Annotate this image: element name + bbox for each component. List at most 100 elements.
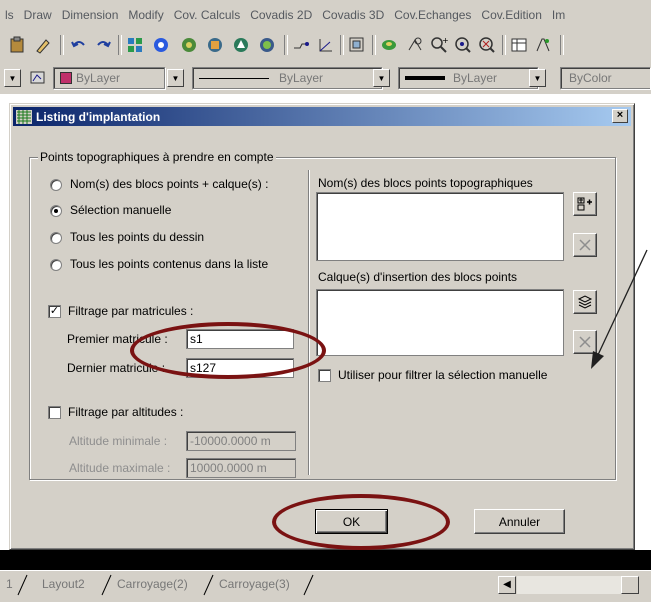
altitude-minimale-input[interactable]: -10000.0000 m xyxy=(186,431,296,451)
menu-item-covadis-3d[interactable]: Covadis 3D xyxy=(317,8,389,22)
linetype-combo-value: ByLayer xyxy=(279,71,324,85)
calques-list-label: Calque(s) d'insertion des blocs points xyxy=(318,270,518,284)
select-blocks-button[interactable] xyxy=(573,192,597,216)
menu-item-cov-echanges[interactable]: Cov.Echanges xyxy=(389,8,476,22)
design-tool-icon[interactable] xyxy=(532,34,554,56)
lineweight-combo[interactable]: ByLayer xyxy=(398,67,538,89)
drawing-area-strip xyxy=(0,550,651,570)
layer-combo-value: ByLayer xyxy=(76,71,121,85)
properties-toolbar: ▼ ByLayer ▼ ByLayer ▼ ByLayer ▼ ByColor xyxy=(0,62,651,94)
filtrage-altitudes-label: Filtrage par altitudes : xyxy=(68,405,184,419)
linetype-line xyxy=(199,77,269,79)
redo-icon[interactable] xyxy=(92,34,114,56)
standard-toolbar: + xyxy=(0,30,651,63)
color-combo[interactable]: ByColor xyxy=(560,67,650,89)
arrow-left-icon: ◀ xyxy=(503,579,511,590)
toolbar-separator xyxy=(118,35,122,55)
radio-blocs-calques[interactable] xyxy=(50,179,62,191)
scroll-right-button[interactable] xyxy=(621,576,639,594)
properties-icon[interactable] xyxy=(150,34,172,56)
toolbar-separator xyxy=(60,35,64,55)
menu-item-dimension[interactable]: Dimension xyxy=(57,8,124,22)
chevron-down-icon[interactable]: ▼ xyxy=(167,69,184,87)
angle-icon[interactable] xyxy=(314,34,336,56)
calques-listbox[interactable] xyxy=(316,289,564,356)
vertical-divider xyxy=(308,170,310,475)
radio-tous-points-liste[interactable] xyxy=(50,259,62,271)
blocs-listbox[interactable] xyxy=(316,192,564,261)
linetype-combo[interactable]: ByLayer xyxy=(192,67,382,89)
chevron-down-icon[interactable]: ▼ xyxy=(529,69,546,87)
covadis-tool-1-icon[interactable] xyxy=(178,34,200,56)
annuler-button-label: Annuler xyxy=(498,514,541,529)
close-button[interactable]: × xyxy=(612,109,628,123)
menu-item-covadis-2d[interactable]: Covadis 2D xyxy=(245,8,317,22)
match-properties-icon[interactable] xyxy=(32,34,54,56)
group-title: Points topographiques à prendre en compt… xyxy=(38,150,276,164)
covadis-tool-3-icon[interactable] xyxy=(230,34,252,56)
paste-icon[interactable] xyxy=(6,34,28,56)
scroll-left-button[interactable]: ◀ xyxy=(498,576,516,594)
layer-combo[interactable]: ByLayer xyxy=(53,67,165,89)
zoom-window-icon[interactable] xyxy=(346,34,368,56)
filtrage-matricules-checkbox[interactable]: ✓ xyxy=(48,305,61,318)
radio-tous-points-dessin[interactable] xyxy=(50,232,62,244)
highlight-ellipse-matricules xyxy=(130,322,326,379)
covadis-tool-4-icon[interactable] xyxy=(256,34,278,56)
menu-item-cov-calculs[interactable]: Cov. Calculs xyxy=(169,8,245,22)
lineweight-line xyxy=(405,76,445,80)
tab-divider xyxy=(17,574,28,596)
horizontal-scrollbar-track[interactable] xyxy=(517,576,621,594)
table-icon[interactable] xyxy=(508,34,530,56)
tab-layout2[interactable]: Layout2 xyxy=(42,577,85,591)
lineweight-combo-value: ByLayer xyxy=(453,71,498,85)
menu-item-draw[interactable]: Draw xyxy=(19,8,57,22)
annuler-button[interactable]: Annuler xyxy=(474,509,565,534)
altitude-maximale-label: Altitude maximale : xyxy=(69,461,171,475)
dialog-title-bar[interactable]: Listing d'implantation × xyxy=(13,107,631,126)
tab-divider xyxy=(303,574,314,596)
utiliser-filtre-checkbox[interactable] xyxy=(318,369,331,382)
filtrage-matricules-label: Filtrage par matricules : xyxy=(68,304,194,318)
chevron-down-icon[interactable]: ▼ xyxy=(4,69,21,87)
design-center-icon[interactable] xyxy=(124,34,146,56)
menu-item-modify[interactable]: Modify xyxy=(123,8,168,22)
radio-selection-manuelle-label: Sélection manuelle xyxy=(70,203,172,217)
toolbar-separator xyxy=(502,35,506,55)
utiliser-filtre-label: Utiliser pour filtrer la sélection manue… xyxy=(338,368,548,382)
tab-carroyage-2[interactable]: Carroyage(2) xyxy=(117,577,188,591)
altitude-maximale-input[interactable]: 10000.0000 m xyxy=(186,458,296,478)
covadis-tool-2-icon[interactable] xyxy=(204,34,226,56)
zoom-previous-icon[interactable] xyxy=(452,34,474,56)
tab-layout-1[interactable]: 1 xyxy=(6,577,13,591)
zoom-realtime-icon[interactable] xyxy=(404,34,426,56)
svg-text:+: + xyxy=(442,36,448,45)
radio-selection-manuelle[interactable] xyxy=(50,205,62,217)
menu-item-im[interactable]: Im xyxy=(547,8,570,22)
radio-tous-points-dessin-label: Tous les points du dessin xyxy=(70,230,205,244)
select-blocks-icon xyxy=(577,197,592,211)
polyline-icon[interactable] xyxy=(290,34,312,56)
color-combo-value: ByColor xyxy=(569,71,612,85)
zoom-in-icon[interactable]: + xyxy=(428,34,450,56)
menu-bar: ls Draw Dimension Modify Cov. Calculs Co… xyxy=(0,0,651,31)
blocs-list-label: Nom(s) des blocs points topographiques xyxy=(318,176,533,190)
layer-state-icon[interactable] xyxy=(27,67,49,89)
tab-divider xyxy=(203,574,214,596)
undo-icon[interactable] xyxy=(68,34,90,56)
tab-carroyage-3[interactable]: Carroyage(3) xyxy=(219,577,290,591)
tab-divider xyxy=(101,574,112,596)
filtrage-altitudes-checkbox[interactable] xyxy=(48,406,61,419)
menu-item-tools[interactable]: ls xyxy=(0,8,19,22)
radio-tous-points-liste-label: Tous les points contenus dans la liste xyxy=(70,257,269,271)
zoom-extents-icon[interactable] xyxy=(476,34,498,56)
layout-tab-bar: 1 Layout2 Carroyage(2) Carroyage(3) ◀ xyxy=(0,570,651,602)
chevron-down-icon[interactable]: ▼ xyxy=(373,69,390,87)
highlight-ellipse-ok xyxy=(272,494,450,550)
altitude-minimale-label: Altitude minimale : xyxy=(69,434,168,448)
toolbar-separator xyxy=(340,35,344,55)
layer-color-swatch xyxy=(60,72,72,84)
pan-icon[interactable] xyxy=(378,34,400,56)
menu-item-cov-edition[interactable]: Cov.Edition xyxy=(476,8,546,22)
toolbar-separator xyxy=(372,35,376,55)
